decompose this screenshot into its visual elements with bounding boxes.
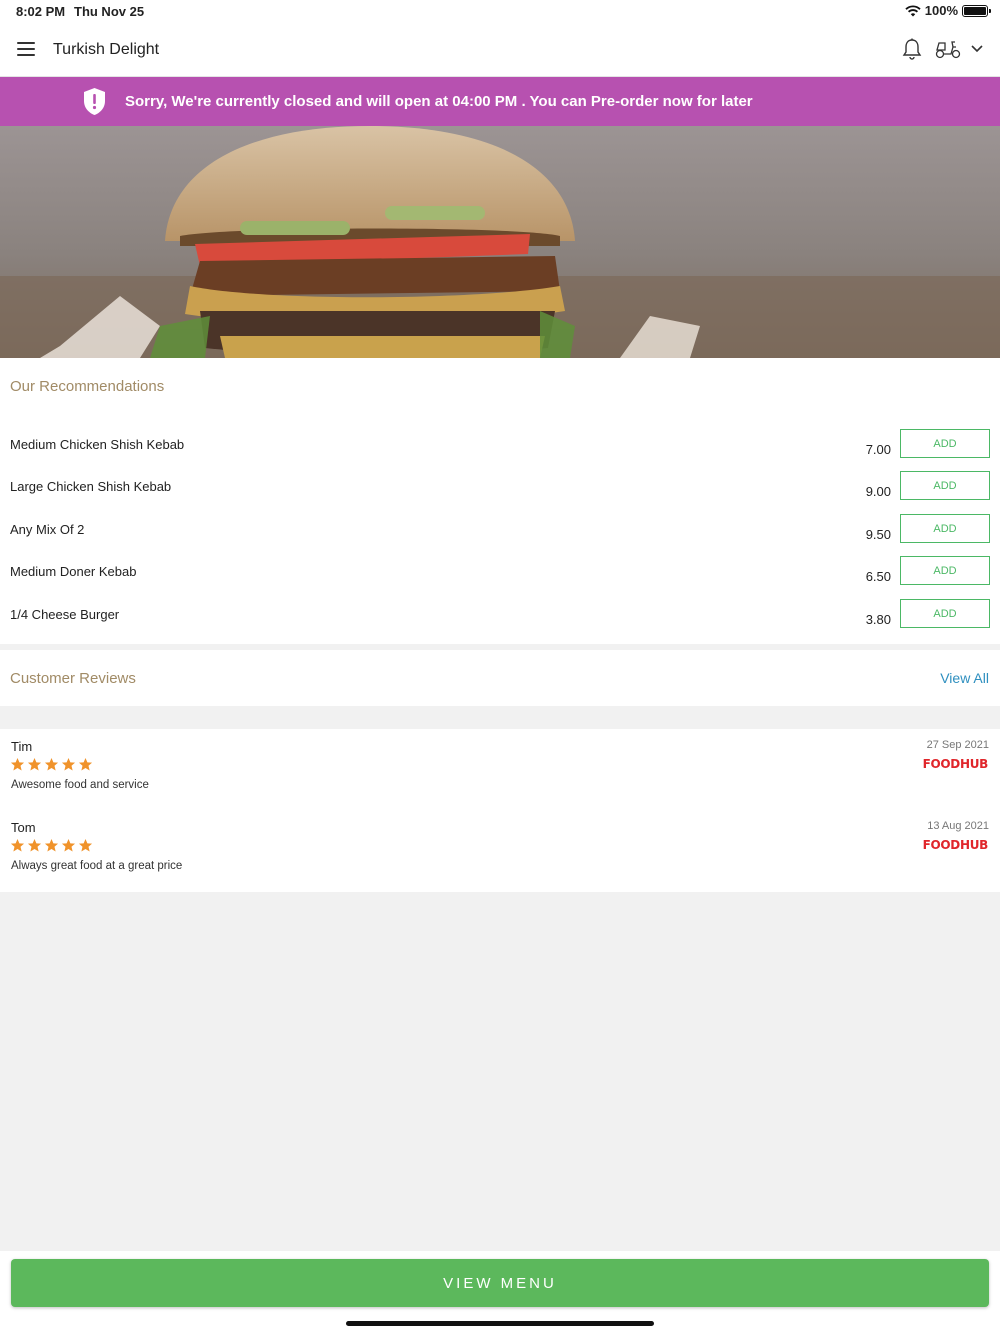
star-icon — [44, 757, 59, 771]
battery-icon — [962, 4, 991, 17]
item-name: Medium Doner Kebab — [10, 564, 137, 579]
item-name: Large Chicken Shish Kebab — [10, 479, 172, 494]
bell-icon[interactable] — [902, 38, 922, 61]
star-icon — [78, 757, 93, 771]
scooter-icon[interactable] — [935, 39, 961, 59]
reviews-title: Customer Reviews — [10, 670, 136, 687]
bottom-bar: VIEW MENU — [0, 1251, 1000, 1334]
star-icon — [27, 838, 42, 852]
battery-percent: 100% — [924, 3, 958, 18]
add-button[interactable]: ADD — [900, 514, 990, 543]
status-right: 100% — [905, 3, 991, 18]
star-icon — [61, 838, 76, 852]
add-button[interactable]: ADD — [900, 429, 990, 458]
foodhub-logo: FOODHUB — [922, 757, 989, 771]
status-bar: 8:02 PM Thu Nov 25 100% — [0, 0, 1000, 24]
add-button[interactable]: ADD — [900, 556, 990, 585]
star-icon — [10, 757, 25, 771]
review-date: 27 Sep 2021 — [926, 739, 989, 751]
list-item: Large Chicken Shish Kebab 9.00 ADD — [0, 471, 1000, 521]
view-all-link[interactable]: View All — [940, 670, 989, 686]
chevron-down-icon[interactable] — [970, 44, 984, 53]
star-rating — [10, 838, 93, 853]
item-price: 7.00 — [865, 442, 891, 457]
list-item: Medium Chicken Shish Kebab 7.00 ADD — [0, 429, 1000, 479]
reviews-list: Tim Awesome food and service 27 Sep 2021… — [0, 729, 1000, 892]
status-time: 8:02 PM — [16, 4, 66, 19]
closed-message: Sorry, We're currently closed and will o… — [125, 93, 753, 110]
item-name: Any Mix Of 2 — [10, 522, 85, 537]
app-header: Turkish Delight — [0, 24, 1000, 77]
reviewer-name: Tom — [11, 820, 36, 835]
item-price: 9.50 — [865, 527, 891, 542]
review-item: Tom Always great food at a great price 1… — [0, 820, 1000, 900]
restaurant-title: Turkish Delight — [53, 41, 160, 58]
star-icon — [61, 757, 76, 771]
star-icon — [44, 838, 59, 852]
recommendations-section: Our Recommendations Medium Chicken Shish… — [0, 358, 1000, 644]
reviewer-name: Tim — [11, 739, 33, 754]
item-name: Medium Chicken Shish Kebab — [10, 437, 185, 452]
item-price: 3.80 — [865, 612, 891, 627]
item-price: 9.00 — [865, 484, 891, 499]
home-indicator — [346, 1321, 654, 1326]
burger-image — [0, 126, 1000, 358]
hamburger-icon[interactable] — [17, 42, 35, 56]
item-name: 1/4 Cheese Burger — [10, 607, 120, 622]
review-date: 13 Aug 2021 — [927, 820, 989, 832]
star-icon — [78, 838, 93, 852]
star-rating — [10, 757, 93, 772]
star-icon — [27, 757, 42, 771]
view-menu-button[interactable]: VIEW MENU — [11, 1259, 989, 1307]
foodhub-logo: FOODHUB — [922, 838, 989, 852]
item-price: 6.50 — [865, 569, 891, 584]
review-text: Always great food at a great price — [11, 860, 183, 872]
reviews-header: Customer Reviews View All — [0, 650, 1000, 706]
list-item: Any Mix Of 2 9.50 ADD — [0, 514, 1000, 564]
hero-image — [0, 126, 1000, 358]
add-button[interactable]: ADD — [900, 599, 990, 628]
list-item: Medium Doner Kebab 6.50 ADD — [0, 556, 1000, 606]
recommendations-title: Our Recommendations — [10, 378, 165, 395]
add-button[interactable]: ADD — [900, 471, 990, 500]
list-item: 1/4 Cheese Burger 3.80 ADD — [0, 599, 1000, 649]
closed-banner: Sorry, We're currently closed and will o… — [0, 77, 1000, 126]
review-text: Awesome food and service — [11, 779, 149, 791]
shield-alert-icon — [84, 88, 105, 115]
status-date: Thu Nov 25 — [74, 4, 145, 19]
star-icon — [10, 838, 25, 852]
review-item: Tim Awesome food and service 27 Sep 2021… — [0, 739, 1000, 819]
wifi-icon — [905, 4, 921, 16]
